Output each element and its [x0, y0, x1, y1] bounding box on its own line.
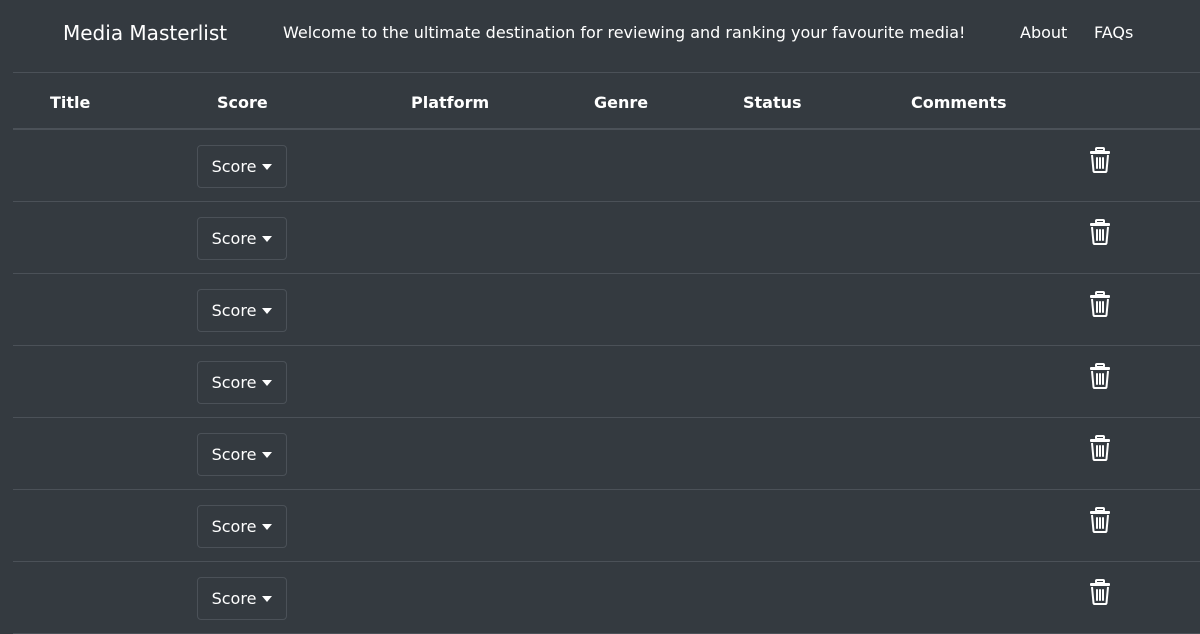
brand-link[interactable]: Media Masterlist — [63, 20, 227, 46]
trash-icon[interactable] — [1089, 579, 1111, 605]
score-dropdown-label: Score — [211, 373, 257, 392]
nav-link-about[interactable]: About — [1020, 23, 1067, 43]
caret-down-icon — [262, 236, 273, 242]
table-body: Score Score Score Score Score Score Scor… — [13, 130, 1200, 634]
trash-icon[interactable] — [1089, 435, 1111, 461]
column-header-platform: Platform — [411, 93, 490, 112]
caret-down-icon — [262, 164, 273, 170]
caret-down-icon — [262, 596, 273, 602]
navbar: Media Masterlist Welcome to the ultimate… — [0, 0, 1200, 72]
score-dropdown-label: Score — [211, 157, 257, 176]
score-dropdown-button[interactable]: Score — [197, 145, 287, 188]
score-dropdown-button[interactable]: Score — [197, 505, 287, 548]
column-header-status: Status — [743, 93, 802, 112]
score-dropdown-label: Score — [211, 229, 257, 248]
trash-icon[interactable] — [1089, 219, 1111, 245]
caret-down-icon — [262, 308, 273, 314]
score-dropdown-label: Score — [211, 445, 257, 464]
trash-icon[interactable] — [1089, 507, 1111, 533]
score-dropdown-label: Score — [211, 517, 257, 536]
score-dropdown-label: Score — [211, 301, 257, 320]
caret-down-icon — [262, 452, 273, 458]
score-dropdown-button[interactable]: Score — [197, 361, 287, 404]
column-header-comments: Comments — [911, 93, 1007, 112]
caret-down-icon — [262, 524, 273, 530]
score-dropdown-button[interactable]: Score — [197, 217, 287, 260]
column-header-score: Score — [217, 93, 268, 112]
table-row: Score — [13, 202, 1200, 274]
caret-down-icon — [262, 380, 273, 386]
score-dropdown-button[interactable]: Score — [197, 289, 287, 332]
trash-icon[interactable] — [1089, 291, 1111, 317]
score-dropdown-label: Score — [211, 589, 257, 608]
nav-link-faqs[interactable]: FAQs — [1094, 23, 1133, 43]
media-table: Title Score Platform Genre Status Commen… — [13, 73, 1200, 634]
table-row: Score — [13, 130, 1200, 202]
table-row: Score — [13, 490, 1200, 562]
table-row: Score — [13, 346, 1200, 418]
column-header-title: Title — [50, 93, 91, 112]
trash-icon[interactable] — [1089, 363, 1111, 389]
column-header-genre: Genre — [594, 93, 649, 112]
table-row: Score — [13, 562, 1200, 634]
table-header: Title Score Platform Genre Status Commen… — [13, 73, 1200, 130]
score-dropdown-button[interactable]: Score — [197, 433, 287, 476]
tagline-text: Welcome to the ultimate destination for … — [283, 23, 966, 42]
score-dropdown-button[interactable]: Score — [197, 577, 287, 620]
table-row: Score — [13, 418, 1200, 490]
table-row: Score — [13, 274, 1200, 346]
trash-icon[interactable] — [1089, 147, 1111, 173]
